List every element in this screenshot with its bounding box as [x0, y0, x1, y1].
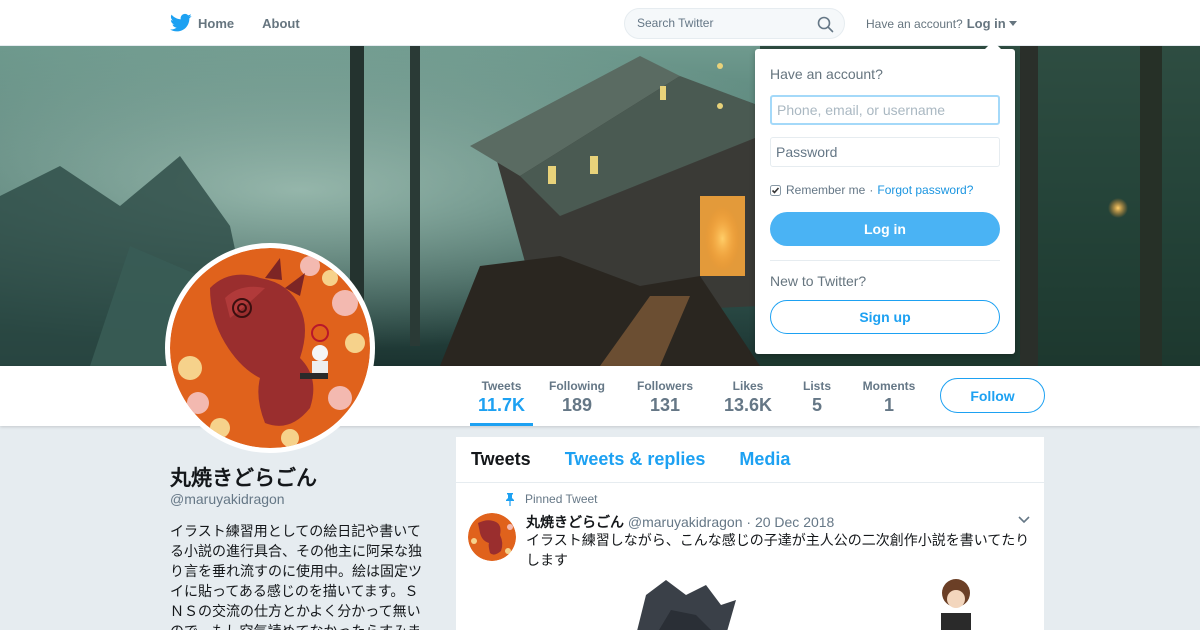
tab-media[interactable]: Media	[739, 449, 790, 470]
stat-moments-label: Moments	[862, 379, 916, 393]
stat-likes-label: Likes	[732, 379, 764, 393]
tweet-header: 丸焼きどらごん @maruyakidragon · 20 Dec 2018	[526, 512, 834, 532]
stat-tweets[interactable]: Tweets 11.7K	[470, 366, 533, 426]
nav-home-label: Home	[198, 15, 235, 31]
follow-button[interactable]: Follow	[940, 378, 1045, 413]
remember-separator: ·	[869, 183, 874, 197]
stat-moments[interactable]: Moments 1	[858, 366, 920, 426]
search-icon[interactable]	[817, 16, 834, 33]
profile-bio: イラスト練習用としての絵日記や書いてる小説の進行具合、その他主に阿呆な独り言を垂…	[170, 523, 422, 630]
caret-down-icon[interactable]	[1008, 21, 1017, 26]
stat-followers-value: 131	[649, 395, 681, 415]
tab-tweets-replies[interactable]: Tweets & replies	[565, 449, 706, 470]
stat-following[interactable]: Following 189	[546, 366, 608, 426]
tweet-author-handle[interactable]: @maruyakidragon	[628, 514, 743, 530]
account-menu: Have an account? Log in	[866, 16, 1017, 31]
login-button[interactable]: Log in	[770, 212, 1000, 246]
tweet-author-name[interactable]: 丸焼きどらごん	[526, 514, 624, 530]
tweet-avatar-image	[468, 513, 516, 561]
remember-label: Remember me	[786, 183, 866, 197]
stat-followers-label: Followers	[636, 379, 693, 393]
dropdown-title: Have an account?	[770, 66, 883, 82]
chevron-down-icon[interactable]	[1018, 516, 1030, 524]
username-field[interactable]	[770, 95, 1000, 125]
dropdown-divider	[770, 260, 1000, 261]
stat-moments-value: 1	[883, 395, 894, 415]
search-box[interactable]	[624, 8, 845, 39]
nav-left: Home About	[170, 0, 328, 46]
stat-lists[interactable]: Lists 5	[797, 366, 837, 426]
stat-likes-value: 13.6K	[723, 395, 773, 415]
login-dropdown: Have an account? Remember me · Forgot pa…	[755, 41, 1015, 354]
remember-checkbox[interactable]	[770, 184, 781, 196]
stat-following-label: Following	[549, 379, 605, 393]
forgot-password-link[interactable]: Forgot password?	[877, 183, 973, 197]
account-prompt: Have an account?	[866, 16, 963, 31]
profile-handle: @maruyakidragon	[170, 491, 285, 507]
tweet-date[interactable]: · 20 Dec 2018	[746, 514, 834, 530]
pin-icon	[506, 492, 514, 506]
nav-home[interactable]: Home	[170, 13, 234, 33]
remember-row: Remember me · Forgot password?	[770, 183, 973, 197]
stat-likes[interactable]: Likes 13.6K	[718, 366, 778, 426]
password-field[interactable]	[770, 137, 1000, 167]
tab-tweets[interactable]: Tweets	[471, 449, 531, 470]
signup-button[interactable]: Sign up	[770, 300, 1000, 334]
nav-about[interactable]: About	[262, 16, 300, 31]
dragon-avatar-image	[170, 248, 370, 448]
tweet-text: イラスト練習しながら、こんな感じの子達が主人公の二次創作小説を書いてたりします	[526, 532, 1030, 568]
stat-followers[interactable]: Followers 131	[634, 366, 696, 426]
profile-avatar[interactable]	[165, 243, 375, 453]
profile-name: 丸焼きどらごん	[170, 467, 317, 490]
stat-following-value: 189	[561, 395, 593, 415]
twitter-bird-icon	[170, 13, 192, 32]
tweet-avatar[interactable]	[468, 513, 516, 561]
stat-lists-label: Lists	[802, 379, 831, 393]
nav-about-label: About	[262, 15, 300, 31]
pinned-tweet-indicator: Pinned Tweet	[504, 492, 598, 506]
dropdown-arrow	[985, 41, 1001, 49]
new-to-twitter-label: New to Twitter?	[770, 273, 867, 289]
top-navigation-bar: Home About Have an account? Log in	[0, 0, 1200, 46]
tweet-media-image[interactable]	[626, 575, 986, 630]
timeline: Tweets Tweets & replies Media Pinned Twe…	[456, 437, 1044, 630]
pinned-label: Pinned Tweet	[525, 492, 598, 506]
stat-tweets-label: Tweets	[481, 379, 522, 393]
login-link[interactable]: Log in	[967, 16, 1006, 31]
stat-tweets-value: 11.7K	[477, 395, 526, 415]
search-input[interactable]	[637, 16, 807, 30]
timeline-tabs: Tweets Tweets & replies Media	[456, 437, 1044, 483]
stat-lists-value: 5	[811, 395, 822, 415]
